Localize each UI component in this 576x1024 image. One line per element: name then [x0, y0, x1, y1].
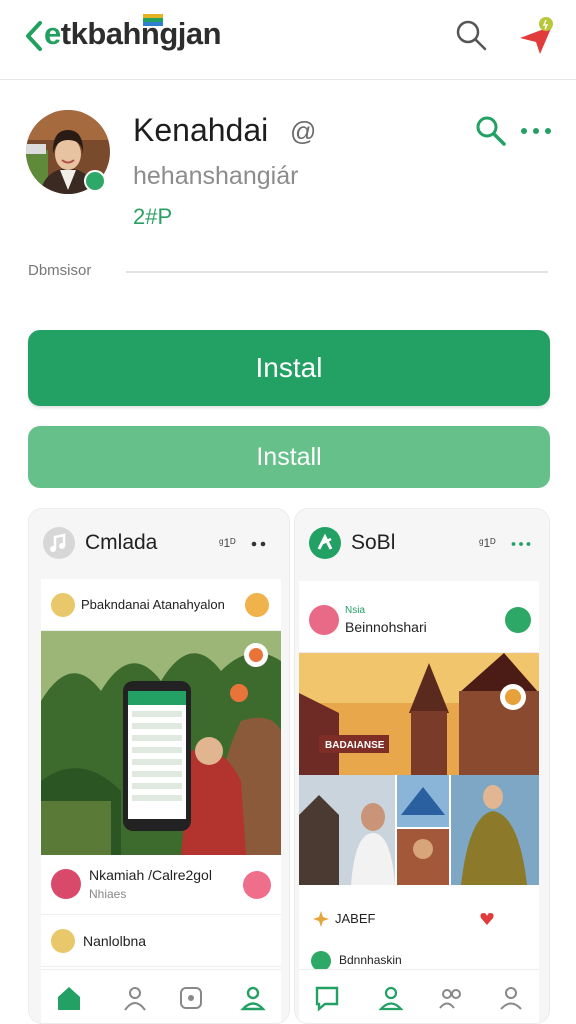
app-logo-icon — [43, 527, 75, 559]
temple-photo: BADAIANSE — [299, 653, 539, 775]
app-title: etkbahngjan — [44, 16, 222, 52]
profile-handle: hehanshangiár — [133, 162, 299, 190]
bottom-nav — [41, 969, 281, 1023]
avatar — [51, 593, 75, 617]
profile-count: 2#P — [133, 204, 173, 229]
search-icon[interactable] — [454, 18, 488, 52]
list-item-title: Nkamiah /Calre2gol — [89, 867, 212, 883]
preview-card-right[interactable]: SoBl ᵍ1ᴰ Nsia Beinnohshari BADAIANSE JAB… — [294, 508, 550, 1024]
flag-icon — [143, 14, 163, 26]
post-author: Beinnohshari — [345, 619, 427, 635]
gallery-icon[interactable] — [177, 984, 205, 1012]
garden-photo — [41, 631, 281, 855]
profile-name-suffix: @ — [290, 116, 317, 146]
list-item[interactable]: Nkamiah /Calre2gol Nhiaes — [41, 855, 281, 915]
follow-icon[interactable] — [505, 607, 531, 633]
chat-icon[interactable] — [313, 984, 341, 1012]
home-icon[interactable] — [55, 984, 83, 1012]
phone-screen: Nsia Beinnohshari BADAIANSE JABEF Bdnnha… — [299, 581, 539, 1023]
photo-grid — [299, 775, 539, 885]
sparkle-icon — [313, 911, 329, 927]
card-title: Cmlada — [85, 531, 158, 554]
list-item-title: Nanlolbna — [83, 933, 147, 949]
preview-card-left[interactable]: Cmlada ᵍ1ᴰ Pbakndanai Atanahyalon Nkamia… — [28, 508, 290, 1024]
top-bar: etkbahngjan — [0, 0, 576, 80]
avatar — [245, 593, 269, 617]
avatar — [51, 869, 81, 899]
post-label: JABEF — [335, 911, 376, 926]
avatar — [309, 605, 339, 635]
online-badge — [84, 170, 106, 192]
list-item-subtitle: Nhiaes — [89, 887, 127, 901]
list-item-title: Pbakndanai Atanahyalon — [81, 597, 225, 612]
list-item[interactable]: Nanlolbna — [41, 915, 281, 967]
list-item[interactable]: Pbakndanai Atanahyalon — [41, 579, 281, 631]
more-icon[interactable] — [520, 126, 552, 136]
profile-icon[interactable] — [497, 984, 525, 1012]
more-icon[interactable] — [251, 541, 271, 547]
app-title-rest: tkbahngjan — [60, 16, 222, 51]
group-icon[interactable] — [437, 984, 465, 1012]
post-caption: Bdnnhaskin — [339, 953, 402, 967]
profile-icon[interactable] — [239, 984, 267, 1012]
section-label: Dbmsisor — [28, 262, 92, 279]
phone-screen: Pbakndanai Atanahyalon Nkamiah /Calre2go… — [41, 579, 281, 1023]
post-tag: Nsia — [345, 605, 366, 616]
avatar — [311, 951, 331, 971]
post-header[interactable]: Nsia Beinnohshari — [299, 581, 539, 653]
badge-icon — [243, 871, 271, 899]
post-footer: JABEF Bdnnhaskin — [299, 885, 539, 971]
section-divider — [126, 271, 548, 273]
app-title-first: e — [44, 16, 61, 51]
heart-icon[interactable] — [479, 911, 495, 927]
install-secondary-button[interactable]: Install — [28, 426, 550, 488]
card-meta: ᵍ1ᴰ — [479, 536, 496, 550]
app-logo-icon — [309, 527, 341, 559]
install-button[interactable]: Instal — [28, 330, 550, 406]
send-icon[interactable] — [518, 16, 558, 56]
card-meta: ᵍ1ᴰ — [219, 536, 236, 550]
profile-name: Kenahdai — [133, 112, 269, 148]
profile-search-icon[interactable] — [474, 114, 508, 148]
user-icon[interactable] — [121, 984, 149, 1012]
avatar — [51, 929, 75, 953]
banner-text: BADAIANSE — [325, 740, 385, 751]
user-icon[interactable] — [377, 984, 405, 1012]
bottom-nav — [299, 969, 539, 1023]
more-icon[interactable] — [511, 541, 531, 547]
card-title: SoBl — [351, 531, 396, 554]
